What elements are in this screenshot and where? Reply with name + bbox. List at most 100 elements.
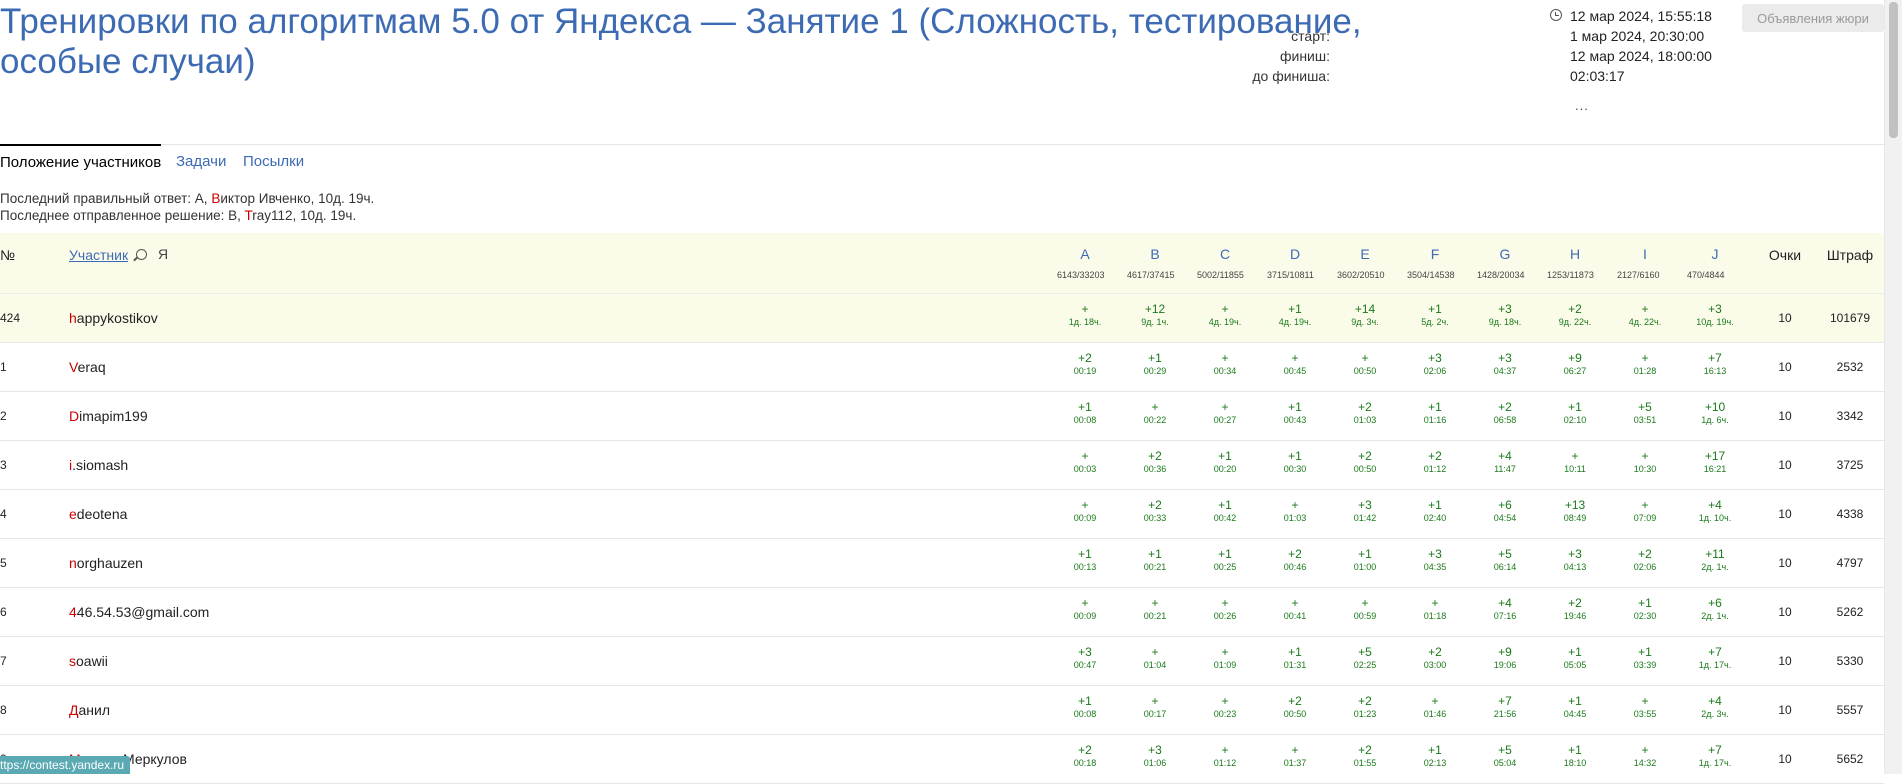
result-cell[interactable]: +2 02:06 bbox=[1612, 547, 1678, 573]
result-cell[interactable]: +1д. 18ч. bbox=[1052, 302, 1118, 328]
result-cell[interactable]: +1 01:31 bbox=[1262, 645, 1328, 671]
result-cell[interactable]: +1 5д. 2ч. bbox=[1402, 302, 1468, 328]
result-cell[interactable]: +3 04:35 bbox=[1402, 547, 1468, 573]
problem-header-d[interactable]: D bbox=[1262, 246, 1328, 262]
result-cell[interactable]: +5 02:25 bbox=[1332, 645, 1398, 671]
participant-name[interactable]: soawii bbox=[69, 637, 769, 685]
problem-header-j[interactable]: J bbox=[1682, 246, 1748, 262]
result-cell[interactable]: +00:27 bbox=[1192, 400, 1258, 426]
result-cell[interactable]: +01:03 bbox=[1262, 498, 1328, 524]
result-cell[interactable]: +2 00:36 bbox=[1122, 449, 1188, 475]
result-cell[interactable]: +1 00:08 bbox=[1052, 694, 1118, 720]
problem-header-i[interactable]: I bbox=[1612, 246, 1678, 262]
result-cell[interactable]: +1 18:10 bbox=[1542, 743, 1608, 769]
participant-header[interactable]: Участник bbox=[69, 233, 128, 293]
result-cell[interactable]: +00:09 bbox=[1052, 596, 1118, 622]
result-cell[interactable]: +7 1д. 17ч. bbox=[1682, 645, 1748, 671]
result-cell[interactable]: +2 19:46 bbox=[1542, 596, 1608, 622]
result-cell[interactable]: +3 04:37 bbox=[1472, 351, 1538, 377]
result-cell[interactable]: +2 00:18 bbox=[1052, 743, 1118, 769]
result-cell[interactable]: +00:03 bbox=[1052, 449, 1118, 475]
result-cell[interactable]: +07:09 bbox=[1612, 498, 1678, 524]
participant-name[interactable]: edeotena bbox=[69, 490, 769, 538]
participant-name[interactable]: Михаил Меркулов bbox=[69, 735, 769, 783]
result-cell[interactable]: +2 01:55 bbox=[1332, 743, 1398, 769]
result-cell[interactable]: +3 9д. 18ч. bbox=[1472, 302, 1538, 328]
result-cell[interactable]: +1 00:30 bbox=[1262, 449, 1328, 475]
result-cell[interactable]: +4 2д. 3ч. bbox=[1682, 694, 1748, 720]
result-cell[interactable]: +2 01:23 bbox=[1332, 694, 1398, 720]
result-cell[interactable]: +4 1д. 10ч. bbox=[1682, 498, 1748, 524]
result-cell[interactable]: +3 04:13 bbox=[1542, 547, 1608, 573]
result-cell[interactable]: +10:30 bbox=[1612, 449, 1678, 475]
result-cell[interactable]: +4д. 19ч. bbox=[1192, 302, 1258, 328]
result-cell[interactable]: +1 00:42 bbox=[1192, 498, 1258, 524]
result-cell[interactable]: +7 21:56 bbox=[1472, 694, 1538, 720]
result-cell[interactable]: +00:17 bbox=[1122, 694, 1188, 720]
result-cell[interactable]: +1 00:43 bbox=[1262, 400, 1328, 426]
result-cell[interactable]: +2 9д. 22ч. bbox=[1542, 302, 1608, 328]
result-cell[interactable]: +6 04:54 bbox=[1472, 498, 1538, 524]
result-cell[interactable]: +1 02:30 bbox=[1612, 596, 1678, 622]
result-cell[interactable]: +5 05:04 bbox=[1472, 743, 1538, 769]
result-cell[interactable]: +01:09 bbox=[1192, 645, 1258, 671]
result-cell[interactable]: +14 9д. 3ч. bbox=[1332, 302, 1398, 328]
participant-name[interactable]: i.siomash bbox=[69, 441, 769, 489]
result-cell[interactable]: +1 05:05 bbox=[1542, 645, 1608, 671]
result-cell[interactable]: +2 00:19 bbox=[1052, 351, 1118, 377]
result-cell[interactable]: +1 00:20 bbox=[1192, 449, 1258, 475]
result-cell[interactable]: +1 00:29 bbox=[1122, 351, 1188, 377]
result-cell[interactable]: +00:21 bbox=[1122, 596, 1188, 622]
result-cell[interactable]: +4 07:16 bbox=[1472, 596, 1538, 622]
result-cell[interactable]: +1 02:40 bbox=[1402, 498, 1468, 524]
page-scrollbar[interactable] bbox=[1884, 0, 1902, 774]
result-cell[interactable]: +1 03:39 bbox=[1612, 645, 1678, 671]
result-cell[interactable]: +1 00:08 bbox=[1052, 400, 1118, 426]
result-cell[interactable]: +2 00:33 bbox=[1122, 498, 1188, 524]
result-cell[interactable]: +00:23 bbox=[1192, 694, 1258, 720]
problem-header-a[interactable]: A bbox=[1052, 246, 1118, 262]
result-cell[interactable]: +00:34 bbox=[1192, 351, 1258, 377]
result-cell[interactable]: +7 1д. 17ч. bbox=[1682, 743, 1748, 769]
problem-header-c[interactable]: C bbox=[1192, 246, 1258, 262]
result-cell[interactable]: +1 4д. 19ч. bbox=[1262, 302, 1328, 328]
result-cell[interactable]: +14:32 bbox=[1612, 743, 1678, 769]
result-cell[interactable]: +00:50 bbox=[1332, 351, 1398, 377]
result-cell[interactable]: +1 01:16 bbox=[1402, 400, 1468, 426]
result-cell[interactable]: +00:59 bbox=[1332, 596, 1398, 622]
result-cell[interactable]: +01:37 bbox=[1262, 743, 1328, 769]
result-cell[interactable]: +01:46 bbox=[1402, 694, 1468, 720]
result-cell[interactable]: +3 10д. 19ч. bbox=[1682, 302, 1748, 328]
result-cell[interactable]: +01:04 bbox=[1122, 645, 1188, 671]
result-cell[interactable]: +3 01:42 bbox=[1332, 498, 1398, 524]
result-cell[interactable]: +10 1д. 6ч. bbox=[1682, 400, 1748, 426]
result-cell[interactable]: +2 00:46 bbox=[1262, 547, 1328, 573]
result-cell[interactable]: +1 02:10 bbox=[1542, 400, 1608, 426]
participant-name[interactable]: Dimapim199 bbox=[69, 392, 769, 440]
result-cell[interactable]: +13 08:49 bbox=[1542, 498, 1608, 524]
result-cell[interactable]: +5 06:14 bbox=[1472, 547, 1538, 573]
result-cell[interactable]: +1 00:13 bbox=[1052, 547, 1118, 573]
result-cell[interactable]: +9 06:27 bbox=[1542, 351, 1608, 377]
problem-header-b[interactable]: B bbox=[1122, 246, 1188, 262]
result-cell[interactable]: +3 02:06 bbox=[1402, 351, 1468, 377]
result-cell[interactable]: +00:26 bbox=[1192, 596, 1258, 622]
announcements-button[interactable]: Объявления жюри bbox=[1742, 4, 1884, 32]
result-cell[interactable]: +00:45 bbox=[1262, 351, 1328, 377]
participant-name[interactable]: Veraq bbox=[69, 343, 769, 391]
result-cell[interactable]: +1 04:45 bbox=[1542, 694, 1608, 720]
problem-header-h[interactable]: H bbox=[1542, 246, 1608, 262]
result-cell[interactable]: +00:22 bbox=[1122, 400, 1188, 426]
result-cell[interactable]: +4 11:47 bbox=[1472, 449, 1538, 475]
result-cell[interactable]: +2 06:58 bbox=[1472, 400, 1538, 426]
tab-standings[interactable]: Положение участников bbox=[0, 144, 162, 178]
result-cell[interactable]: +00:09 bbox=[1052, 498, 1118, 524]
result-cell[interactable]: +3 00:47 bbox=[1052, 645, 1118, 671]
participant-name[interactable]: 446.54.53@gmail.com bbox=[69, 588, 769, 636]
problem-header-f[interactable]: F bbox=[1402, 246, 1468, 262]
participant-name[interactable]: Данил bbox=[69, 686, 769, 734]
tab-problems[interactable]: Задачи bbox=[176, 145, 226, 177]
result-cell[interactable]: +9 19:06 bbox=[1472, 645, 1538, 671]
result-cell[interactable]: +2 03:00 bbox=[1402, 645, 1468, 671]
result-cell[interactable]: +2 00:50 bbox=[1262, 694, 1328, 720]
